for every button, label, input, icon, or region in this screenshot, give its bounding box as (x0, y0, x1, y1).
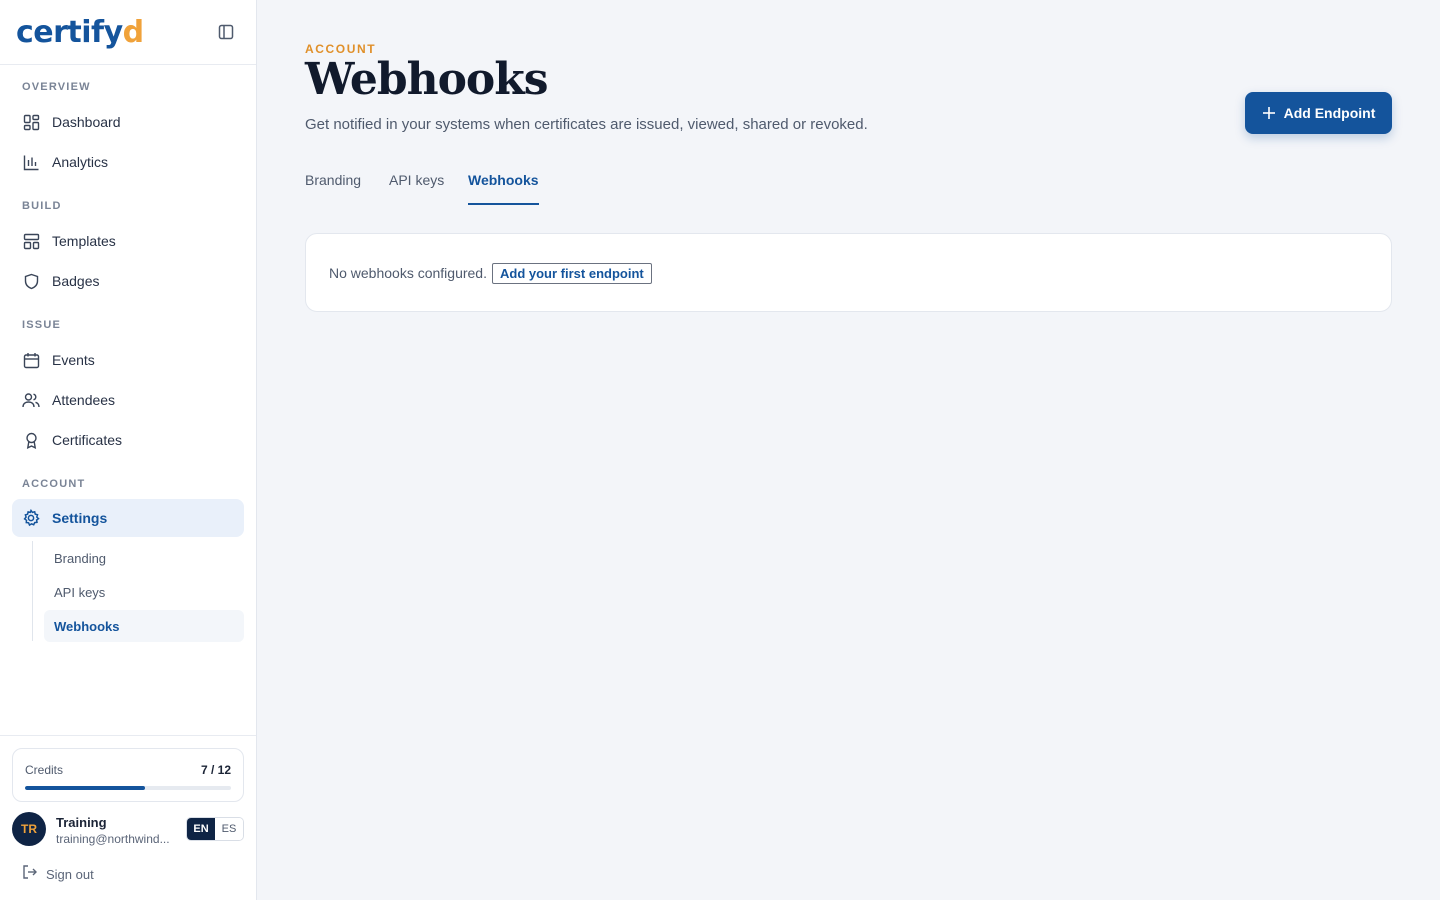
webhooks-empty-state: No webhooks configured. Add your first e… (305, 233, 1392, 312)
sidebar-item-templates[interactable]: Templates (12, 222, 244, 260)
credits-progress-bar (25, 786, 231, 790)
sign-out-label: Sign out (46, 866, 94, 882)
tab-branding[interactable]: Branding (305, 172, 361, 205)
sidebar-item-events[interactable]: Events (12, 341, 244, 379)
language-option-es[interactable]: ES (215, 818, 243, 840)
sidebar-subitem-branding[interactable]: Branding (44, 542, 244, 574)
sidebar-subitem-api-keys[interactable]: API keys (44, 576, 244, 608)
user-name: Training (56, 815, 107, 830)
sidebar-item-label: Attendees (52, 392, 116, 408)
credits-label: Credits (25, 763, 64, 777)
sidebar-item-badges[interactable]: Badges (12, 262, 244, 300)
credits-progress-fill (25, 786, 146, 790)
brand-logo[interactable]: certifyd (16, 12, 144, 52)
page-subtitle: Get notified in your systems when certif… (305, 116, 868, 133)
user-profile: TR Training training@northwind... EN ES (12, 812, 244, 848)
log-out-icon (22, 864, 38, 885)
sidebar-item-label: Certificates (52, 432, 123, 448)
sidebar-item-analytics[interactable]: Analytics (12, 143, 244, 181)
section-label-issue: ISSUE (22, 319, 62, 331)
logo-text: certifyd (16, 14, 144, 50)
sidebar-item-label: Badges (52, 273, 100, 289)
bar-chart-icon (22, 153, 40, 171)
sidebar-item-label: Events (52, 352, 95, 368)
user-email: training@northwind... (56, 832, 170, 846)
sidebar-item-label: Templates (52, 233, 116, 249)
section-label-build: BUILD (22, 200, 62, 212)
sidebar-toggle-icon[interactable] (214, 20, 238, 44)
tab-webhooks[interactable]: Webhooks (468, 172, 539, 205)
language-switcher: EN ES (186, 817, 244, 841)
divider (0, 64, 256, 65)
add-endpoint-button[interactable]: Add Endpoint (1245, 92, 1392, 134)
sidebar-item-dashboard[interactable]: Dashboard (12, 103, 244, 141)
calendar-icon (22, 351, 40, 369)
users-icon (22, 391, 40, 409)
sidebar-item-label: Dashboard (52, 114, 121, 130)
language-option-en[interactable]: EN (187, 818, 215, 840)
credits-card: Credits 7 / 12 (12, 748, 244, 802)
sidebar-item-certificates[interactable]: Certificates (12, 421, 244, 459)
sidebar-item-attendees[interactable]: Attendees (12, 381, 244, 419)
sign-out-button[interactable]: Sign out (22, 864, 94, 884)
plus-icon (1262, 106, 1276, 120)
tab-api-keys[interactable]: API keys (389, 172, 444, 205)
submenu-guide-line (32, 541, 33, 641)
credits-count: 7 / 12 (200, 763, 231, 777)
sidebar: certifyd OVERVIEW Dashboard Analytics BU… (0, 0, 257, 900)
gear-icon (22, 509, 40, 527)
add-endpoint-label: Add Endpoint (1283, 105, 1376, 121)
sidebar-item-label: Analytics (52, 154, 109, 170)
sidebar-item-settings[interactable]: Settings (12, 499, 244, 537)
section-label-overview: OVERVIEW (22, 81, 91, 93)
divider (0, 735, 256, 736)
dashboard-icon (22, 113, 40, 131)
add-first-endpoint-link[interactable]: Add your first endpoint (492, 263, 652, 284)
page-title: Webhooks (305, 54, 549, 105)
sidebar-item-label: Settings (52, 510, 108, 526)
shield-icon (22, 272, 40, 290)
award-icon (22, 431, 40, 449)
empty-state-text: No webhooks configured. (329, 265, 487, 281)
avatar[interactable]: TR (12, 812, 46, 846)
section-label-account: ACCOUNT (22, 478, 86, 490)
sidebar-subitem-webhooks[interactable]: Webhooks (44, 610, 244, 642)
layout-icon (22, 232, 40, 250)
